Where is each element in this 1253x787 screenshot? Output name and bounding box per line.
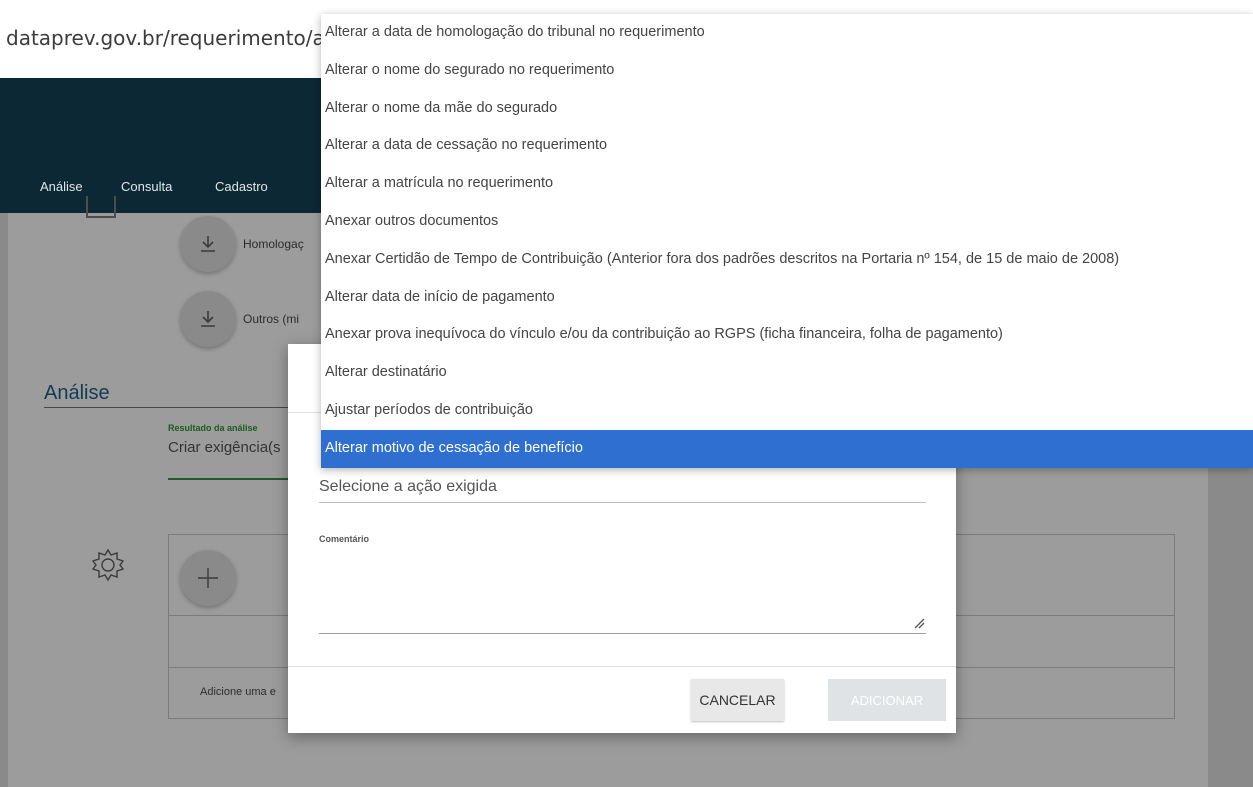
document-label: Homologaç — [243, 237, 304, 251]
dropdown-option[interactable]: Alterar o nome do segurado no requerimen… — [321, 52, 1253, 90]
url-text[interactable]: dataprev.gov.br/requerimento/a — [6, 26, 325, 50]
section-divider — [44, 407, 294, 408]
download-button-homologacao[interactable] — [180, 216, 236, 272]
dropdown-option[interactable]: Anexar Certidão de Tempo de Contribuição… — [321, 241, 1253, 279]
modal-footer-divider — [288, 666, 956, 667]
dropdown-option[interactable]: Alterar a data de cessação no requerimen… — [321, 127, 1253, 165]
result-select-value[interactable]: Criar exigência(s — [168, 439, 281, 456]
gear-icon — [91, 548, 125, 582]
doc-icon — [86, 196, 116, 218]
action-select-underline — [319, 502, 926, 503]
dropdown-option-selected[interactable]: Alterar motivo de cessação de benefício — [321, 429, 1253, 468]
dropdown-option[interactable]: Alterar a data de homologação do tribuna… — [321, 14, 1253, 52]
resize-icon[interactable] — [913, 617, 925, 629]
add-requirement-button[interactable] — [180, 550, 236, 606]
nav-item-consulta[interactable]: Consulta — [121, 179, 172, 194]
dropdown-option[interactable]: Alterar destinatário — [321, 354, 1253, 392]
download-button-outros[interactable] — [180, 291, 236, 347]
table-empty-message: Adicione uma e — [200, 686, 276, 698]
dropdown-option[interactable]: Alterar data de início de pagamento — [321, 279, 1253, 317]
result-label: Resultado da análise — [168, 423, 258, 433]
download-icon — [201, 311, 215, 327]
dropdown-option[interactable]: Alterar o nome da mãe do segurado — [321, 90, 1253, 128]
plus-icon — [198, 568, 218, 588]
nav-item-analise[interactable]: Análise — [40, 179, 83, 194]
dropdown-option[interactable]: Ajustar períodos de contribuição — [321, 392, 1253, 430]
dropdown-option[interactable]: Anexar prova inequívoca do vínculo e/ou … — [321, 316, 1253, 354]
nav-item-cadastro[interactable]: Cadastro — [215, 179, 268, 194]
result-select-underline — [168, 478, 290, 480]
add-button[interactable]: ADICIONAR — [828, 679, 946, 721]
action-select[interactable]: Selecione a ação exigida — [319, 478, 497, 496]
comment-field[interactable] — [319, 549, 926, 634]
cancel-button[interactable]: CANCELAR — [691, 679, 784, 721]
download-icon — [201, 236, 215, 252]
section-title: Análise — [44, 382, 110, 404]
document-label: Outros (mi — [243, 312, 300, 326]
dropdown-option[interactable]: Anexar outros documentos — [321, 203, 1253, 241]
dropdown-option[interactable]: Alterar a matrícula no requerimento — [321, 165, 1253, 203]
action-dropdown: Alterar a data de homologação do tribuna… — [321, 14, 1253, 468]
comment-label: Comentário — [319, 534, 370, 544]
